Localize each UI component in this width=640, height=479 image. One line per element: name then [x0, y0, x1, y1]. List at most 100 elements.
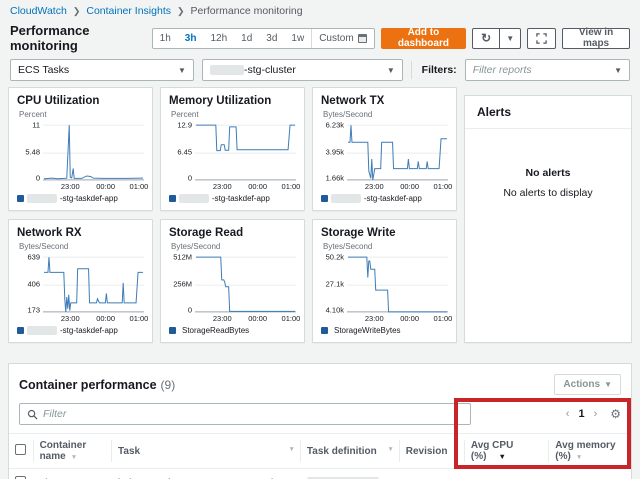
legend-swatch: [321, 327, 328, 334]
table-settings-icon[interactable]: ⚙: [610, 407, 621, 421]
column-avg-memory[interactable]: Avg memory (%) ▼: [549, 433, 631, 469]
chart-body: 50.2k 27.1k 4.10k: [321, 252, 448, 315]
current-page[interactable]: 1: [578, 408, 584, 420]
chart-legend[interactable]: -stg-taskdef-app: [17, 326, 144, 336]
calendar-icon: [357, 33, 367, 43]
chart-title: Network TX: [321, 95, 385, 107]
x-axis: 23:00 00:00 01:00: [347, 314, 452, 323]
scope-select[interactable]: ECS Tasks ▼: [10, 59, 194, 81]
x-tick-label: 01:00: [129, 314, 149, 323]
next-page-button[interactable]: ›: [594, 408, 598, 420]
chart-card: Memory Utilization Percent 12.9 6.45 0 23:…: [160, 87, 305, 211]
line-chart: [43, 120, 144, 182]
chart-plot[interactable]: [195, 120, 296, 182]
column-task-definition[interactable]: Task definition ▼: [300, 433, 400, 469]
chart-unit-label: Bytes/Second: [323, 242, 373, 251]
x-tick-label: 01:00: [281, 182, 301, 191]
sort-icon[interactable]: ▼: [452, 449, 458, 456]
cloudwatch-performance-page: CloudWatch ❯ Container Insights ❯ Perfor…: [0, 0, 640, 479]
chart-legend[interactable]: -stg-taskdef-app: [321, 194, 448, 204]
time-range-12h[interactable]: 12h: [203, 29, 234, 48]
actions-button[interactable]: Actions ▼: [554, 374, 621, 395]
y-tick-label: 6.23k: [325, 120, 344, 130]
chart-title: CPU Utilization: [17, 95, 100, 107]
fullscreen-button[interactable]: [527, 27, 557, 49]
y-axis: 11 5.48 0: [17, 120, 43, 183]
sort-desc-icon[interactable]: ▼: [498, 452, 505, 461]
chart-unit-label: Bytes/Second: [171, 242, 221, 251]
x-tick-label: 23:00: [60, 314, 80, 323]
y-tick-label: 50.2k: [325, 252, 344, 262]
page-header: Performance monitoring 1h 3h 12h 1d 3d 1…: [0, 20, 640, 57]
chart-plot[interactable]: [347, 120, 448, 182]
filter-reports-select[interactable]: Filter reports ▼: [464, 59, 630, 81]
add-to-dashboard-button[interactable]: Add to dashboard: [380, 27, 467, 49]
view-in-maps-button[interactable]: View in maps: [562, 27, 630, 49]
redacted-text: [179, 194, 209, 204]
table-filter-box: [19, 403, 471, 425]
chart-legend[interactable]: -stg-taskdef-app: [17, 194, 144, 204]
y-axis: 12.9 6.45 0: [169, 120, 195, 183]
sort-icon[interactable]: ▼: [71, 454, 77, 461]
time-range-3d[interactable]: 3d: [259, 29, 284, 48]
table-filter-input[interactable]: [43, 408, 463, 420]
legend-swatch: [169, 195, 176, 203]
time-range-3h[interactable]: 3h: [178, 29, 204, 48]
chart-card: CPU Utilization Percent 11 5.48 0 23:00 00:…: [8, 87, 153, 211]
charts-grid: Alerts No alerts No alerts to display CP…: [0, 87, 640, 343]
refresh-button[interactable]: ↻: [472, 27, 501, 49]
filter-row: ECS Tasks ▼ -stg-cluster ▼ Filters: Filt…: [0, 57, 640, 87]
table-row[interactable]: php b5b568316b4c46a287594a04095de73c 33 …: [9, 468, 631, 479]
chart-plot[interactable]: [195, 252, 296, 314]
y-tick-label: 406: [27, 279, 40, 289]
prev-page-button[interactable]: ‹: [566, 408, 570, 420]
chevron-down-icon: ▼: [386, 65, 395, 75]
chart-plot[interactable]: [43, 120, 144, 182]
divider: [410, 61, 412, 79]
time-range-1h[interactable]: 1h: [153, 29, 178, 48]
select-all-checkbox[interactable]: [15, 444, 26, 455]
column-avg-cpu[interactable]: Avg CPU (%) ▼: [464, 433, 550, 469]
chart-legend[interactable]: StorageReadBytes: [169, 326, 296, 335]
chart-legend[interactable]: -stg-taskdef-app: [169, 194, 296, 204]
time-range-1w[interactable]: 1w: [284, 29, 311, 48]
chart-body: 639 406 173: [17, 252, 144, 315]
y-tick-label: 27.1k: [325, 279, 344, 289]
time-range-control: 1h 3h 12h 1d 3d 1w Custom: [151, 27, 375, 49]
breadcrumb-separator-icon: ❯: [72, 5, 81, 16]
column-revision[interactable]: Revision ▼: [399, 433, 466, 469]
y-tick-label: 1.66k: [325, 173, 344, 183]
chart-card: Network TX Bytes/Second 6.23k 3.95k 1.66k …: [312, 87, 457, 211]
x-tick-label: 01:00: [433, 314, 453, 323]
legend-swatch: [17, 195, 24, 203]
search-icon: [27, 409, 38, 420]
x-axis: 23:00 00:00 01:00: [195, 182, 300, 191]
chart-card: Storage Write Bytes/Second 50.2k 27.1k 4.1…: [312, 219, 457, 343]
chart-title: Memory Utilization: [169, 95, 272, 107]
chart-legend[interactable]: StorageWriteBytes: [321, 326, 448, 335]
time-range-1d[interactable]: 1d: [234, 29, 259, 48]
sort-icon[interactable]: ▼: [387, 446, 393, 453]
time-range-custom[interactable]: Custom: [311, 28, 373, 48]
x-tick-label: 01:00: [129, 182, 149, 191]
y-axis: 639 406 173: [17, 252, 43, 315]
breadcrumb-container-insights[interactable]: Container Insights: [86, 5, 171, 17]
table-header: Container performance (9) Actions ▼: [9, 372, 631, 401]
chart-plot[interactable]: [347, 252, 448, 314]
table-header-row: Container name ▼ Task ▼ Task definition ▼ R…: [9, 433, 631, 469]
chart-body: 11 5.48 0: [17, 120, 144, 183]
column-task[interactable]: Task ▼: [112, 433, 301, 469]
x-tick-label: 00:00: [96, 314, 115, 323]
redacted-text: [27, 194, 57, 204]
legend-label: -stg-taskdef-app: [60, 326, 118, 336]
breadcrumb-cloudwatch[interactable]: CloudWatch: [10, 5, 67, 17]
sort-icon[interactable]: ▼: [288, 446, 294, 453]
sort-icon[interactable]: ▼: [576, 454, 582, 461]
refresh-options-button[interactable]: ▼: [500, 27, 522, 49]
legend-label: -stg-taskdef-app: [364, 194, 422, 204]
chart-plot[interactable]: [43, 252, 144, 314]
column-container-name[interactable]: Container name ▼: [33, 433, 113, 469]
y-axis: 512M 256M 0: [169, 252, 195, 315]
breadcrumb-separator-icon: ❯: [177, 5, 185, 16]
cluster-select[interactable]: -stg-cluster ▼: [201, 59, 403, 81]
